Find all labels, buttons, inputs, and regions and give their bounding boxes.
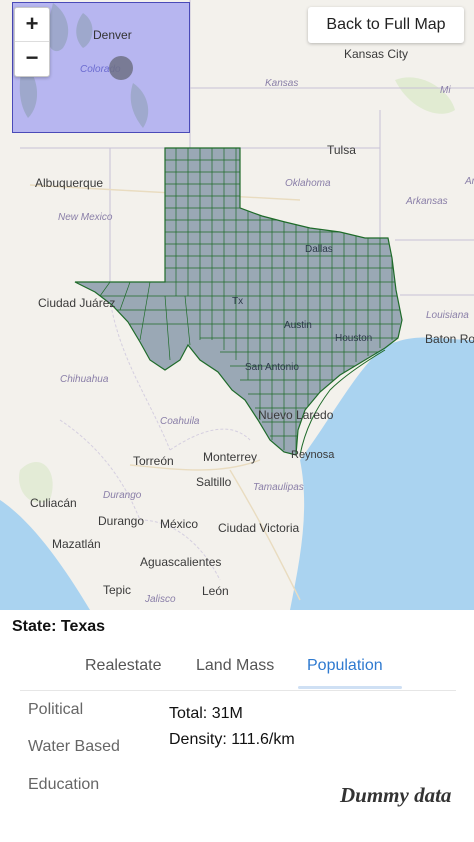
city-label-kansas-city: Kansas City <box>344 47 409 61</box>
city-label-monterrey: Monterrey <box>203 450 258 464</box>
region-label-oklahoma: Oklahoma <box>285 178 331 189</box>
dummy-data-watermark: Dummy data <box>340 783 452 807</box>
city-label-austin: Austin <box>284 320 312 331</box>
state-title: State: Texas <box>12 618 106 635</box>
back-to-full-map-button[interactable]: Back to Full Map <box>308 7 464 43</box>
region-label-kansas: Kansas <box>265 78 299 89</box>
city-label-durango: Durango <box>98 514 145 528</box>
city-label-tx: Tx <box>232 296 244 307</box>
city-label-dallas: Dallas <box>305 244 333 255</box>
category-water-based[interactable]: Water Based <box>28 738 120 756</box>
city-label-albuquerque: Albuquerque <box>35 176 104 190</box>
city-label-mexico: México <box>160 517 199 531</box>
city-label-tepic: Tepic <box>103 583 132 597</box>
region-label-coahuila: Coahuila <box>160 416 200 427</box>
region-label-jalisco: Jalisco <box>145 594 176 605</box>
region-label-new-mexico: New Mexico <box>58 212 113 223</box>
region-label-durango: Durango <box>103 490 142 501</box>
city-label-reynosa: Reynosa <box>291 449 335 461</box>
city-label-aguascalientes: Aguascalientes <box>140 555 222 569</box>
city-label-ciudad-juarez: Ciudad Juárez <box>38 296 116 310</box>
city-label-baton-rouge: Baton Rouge <box>425 332 474 346</box>
city-label-saltillo: Saltillo <box>196 475 232 489</box>
region-label-ar: Ar <box>465 176 474 187</box>
zoom-in-button[interactable]: + <box>15 8 49 42</box>
tab-realestate[interactable]: Realestate <box>85 657 162 675</box>
population-total: Total: 31M <box>169 705 243 722</box>
zoom-out-button[interactable]: − <box>15 42 49 75</box>
city-label-tulsa: Tulsa <box>327 143 356 157</box>
category-education[interactable]: Education <box>28 776 99 794</box>
city-label-ciudad-victoria: Ciudad Victoria <box>218 521 300 535</box>
city-label-mazatlan: Mazatlán <box>52 537 101 551</box>
city-label-leon: León <box>202 584 229 598</box>
map-view[interactable]: Kansas Mi Oklahoma Arkansas New Mexico L… <box>0 0 474 610</box>
active-tab-indicator <box>298 686 402 689</box>
category-political[interactable]: Political <box>28 701 83 719</box>
city-label-culiacan: Culiacán <box>30 496 77 510</box>
region-label-arkansas: Arkansas <box>406 196 448 207</box>
zoom-control: + − <box>14 7 50 77</box>
tab-divider <box>20 690 456 691</box>
location-marker[interactable] <box>109 56 133 80</box>
city-label-torreon: Torreón <box>133 454 174 468</box>
pacific-ocean <box>0 500 90 610</box>
city-label-houston: Houston <box>335 333 373 344</box>
tab-population[interactable]: Population <box>307 657 383 675</box>
region-label-tamaulipas: Tamaulipas <box>253 482 304 493</box>
tab-land-mass[interactable]: Land Mass <box>196 657 274 675</box>
inset-city-denver: Denver <box>93 28 132 42</box>
city-label-nuevo-laredo: Nuevo Laredo <box>258 408 334 422</box>
region-label-louisiana: Louisiana <box>426 310 469 321</box>
region-label-missouri: Mi <box>440 85 451 96</box>
city-label-san-antonio: San Antonio <box>245 362 299 373</box>
population-density: Density: 111.6/km <box>169 731 295 748</box>
region-label-chihuahua: Chihuahua <box>60 374 109 385</box>
